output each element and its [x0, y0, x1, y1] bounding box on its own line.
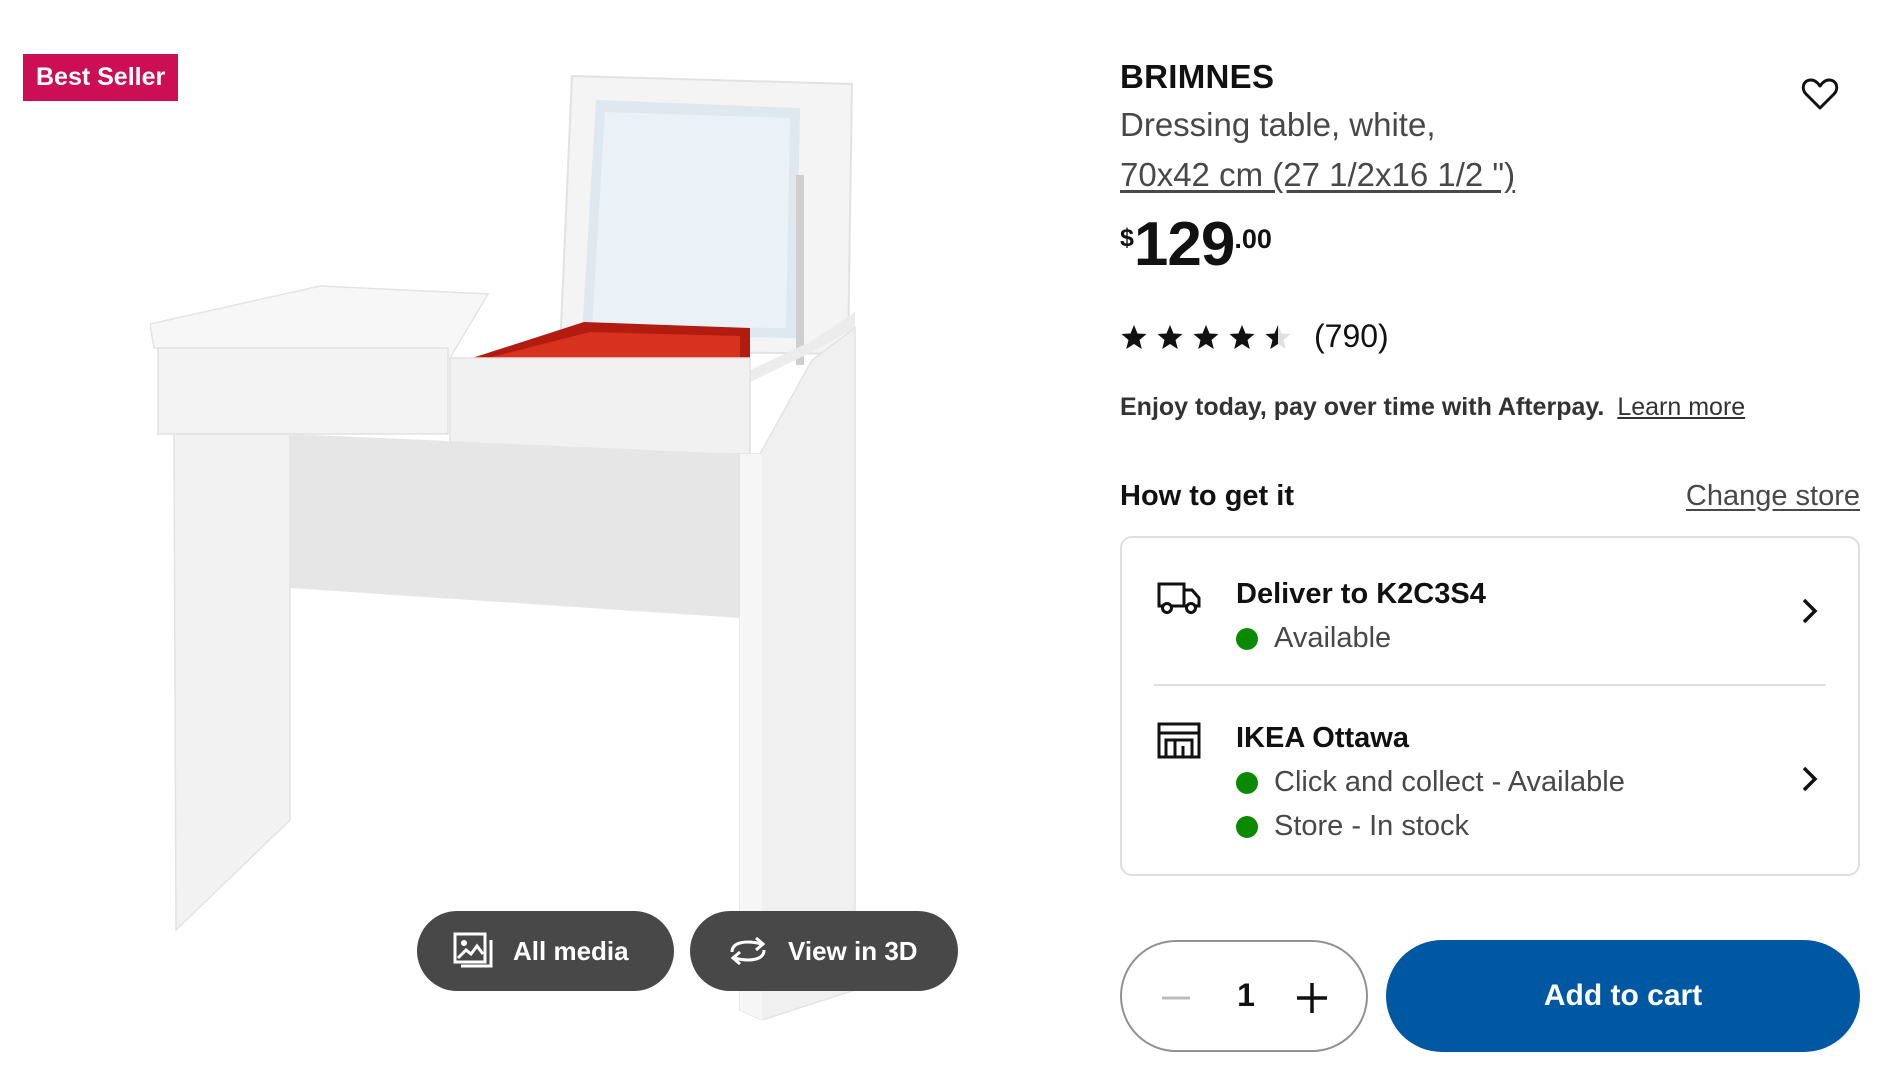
product-rating[interactable]: (790) — [1120, 318, 1389, 355]
product-image[interactable] — [150, 60, 870, 1020]
store-icon — [1157, 722, 1201, 759]
delivery-option[interactable]: Deliver to K2C3S4 Available — [1122, 538, 1858, 686]
chevron-right-icon — [1802, 766, 1818, 792]
all-media-label: All media — [513, 935, 629, 966]
delivery-title: Deliver to K2C3S4 — [1236, 578, 1486, 610]
available-dot-icon — [1236, 771, 1258, 794]
star-icon — [1229, 324, 1255, 349]
plus-icon[interactable] — [1294, 980, 1330, 1016]
how-to-get-it-heading: How to get it — [1120, 480, 1294, 512]
change-store-link[interactable]: Change store — [1686, 480, 1860, 513]
click-collect-status-text: Click and collect - Available — [1274, 766, 1625, 798]
price-decimal: .00 — [1234, 224, 1272, 254]
click-collect-status: Click and collect - Available — [1236, 766, 1625, 799]
rating-stars — [1120, 323, 1292, 351]
view-in-3d-button[interactable]: View in 3D — [690, 911, 958, 991]
store-stock-status-text: Store - In stock — [1274, 810, 1470, 842]
heart-icon[interactable] — [1800, 74, 1840, 114]
truck-icon — [1157, 582, 1201, 614]
store-title: IKEA Ottawa — [1236, 722, 1409, 754]
product-description: Dressing table, white, — [1120, 106, 1436, 143]
afterpay-learn-more-link[interactable]: Learn more — [1617, 393, 1745, 421]
product-media-gallery: Best Seller All media View in 3D — [0, 0, 1080, 1082]
all-media-button[interactable]: All media — [417, 911, 674, 991]
minus-icon[interactable] — [1158, 984, 1194, 1012]
rating-count: (790) — [1314, 318, 1389, 354]
afterpay-message: Enjoy today, pay over time with Afterpay… — [1120, 393, 1745, 422]
product-page: Best Seller All media View in 3D BRIMNES… — [0, 0, 1890, 1082]
chevron-right-icon — [1802, 598, 1818, 624]
star-icon — [1157, 324, 1183, 349]
store-stock-status: Store - In stock — [1236, 810, 1469, 843]
price-integer: 129 — [1133, 210, 1235, 279]
fulfillment-options-card: Deliver to K2C3S4 Available IKEA Ottawa … — [1120, 536, 1860, 876]
rotate-3d-icon — [730, 936, 766, 966]
in-stock-dot-icon — [1236, 815, 1258, 838]
quantity-stepper: 1 — [1120, 940, 1368, 1052]
star-icon — [1193, 324, 1219, 349]
delivery-status: Available — [1236, 622, 1391, 655]
view-in-3d-label: View in 3D — [788, 935, 918, 966]
available-dot-icon — [1236, 627, 1258, 650]
product-info-panel: BRIMNES Dressing table, white, 70x42 cm … — [1120, 0, 1860, 1082]
star-icon — [1121, 324, 1147, 349]
add-to-cart-button[interactable]: Add to cart — [1386, 940, 1860, 1052]
gallery-icon — [453, 932, 493, 968]
product-name: BRIMNES — [1120, 58, 1275, 95]
delivery-status-text: Available — [1274, 622, 1392, 654]
price-currency: $ — [1120, 224, 1134, 252]
product-price: $ 129 .00 — [1120, 210, 1272, 280]
afterpay-text: Enjoy today, pay over time with Afterpay… — [1120, 393, 1605, 421]
product-dimensions-link[interactable]: 70x42 cm (27 1/2x16 1/2 ") — [1120, 156, 1515, 194]
store-option[interactable]: IKEA Ottawa Click and collect - Availabl… — [1122, 686, 1858, 876]
quantity-value[interactable]: 1 — [1222, 977, 1270, 1014]
star-icon — [1265, 324, 1291, 349]
